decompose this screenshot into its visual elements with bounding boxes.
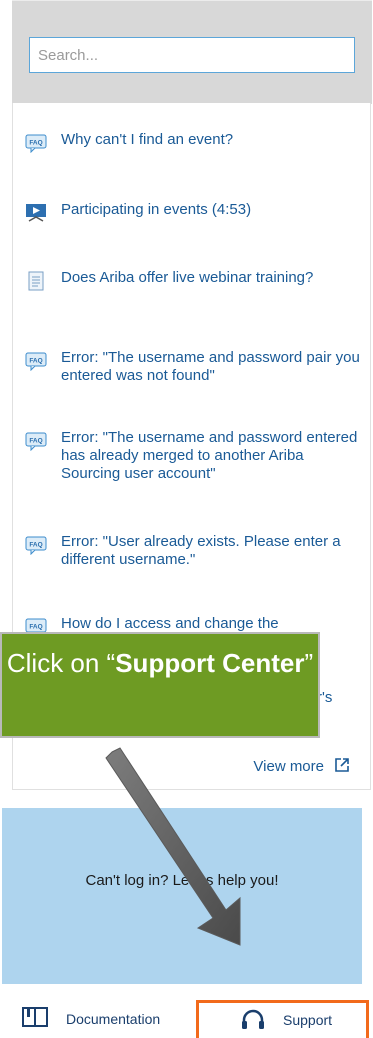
svg-text:FAQ: FAQ xyxy=(29,438,42,445)
view-more-label: View more xyxy=(253,758,324,775)
login-help-text: Can't log in? Let us help you! xyxy=(85,872,279,889)
list-item[interactable]: FAQ Error: "The username and password en… xyxy=(25,429,365,487)
search-band xyxy=(12,0,372,104)
external-link-icon xyxy=(335,758,349,772)
list-item-label: Error: "The username and password pair y… xyxy=(61,349,360,384)
book-icon xyxy=(22,1007,48,1027)
document-icon xyxy=(28,271,44,291)
list-item-label: Does Ariba offer live webinar training? xyxy=(61,269,314,286)
support-button[interactable]: Support xyxy=(196,1000,369,1038)
svg-text:FAQ: FAQ xyxy=(29,140,42,147)
list-item-label: Error: "The username and password entere… xyxy=(61,429,358,482)
search-input[interactable] xyxy=(29,37,355,73)
list-item[interactable]: Participating in events (4:53) xyxy=(25,201,365,225)
list-item[interactable]: Does Ariba offer live webinar training? xyxy=(25,269,365,309)
list-item-label: r's xyxy=(317,689,333,706)
headset-icon xyxy=(242,1009,264,1029)
callout-prefix: Click on “ xyxy=(6,648,116,678)
faq-icon: FAQ xyxy=(25,352,47,371)
list-item-label: How do I access and change the xyxy=(61,615,279,632)
list-item[interactable]: FAQ Error: "User already exists. Please … xyxy=(25,533,365,573)
list-item-label: Error: "User already exists. Please ente… xyxy=(61,533,341,568)
svg-text:FAQ: FAQ xyxy=(29,624,42,631)
login-help-box[interactable]: Can't log in? Let us help you! xyxy=(2,808,362,984)
list-item-label: Participating in events (4:53) xyxy=(61,201,252,218)
video-icon xyxy=(26,204,46,222)
callout-bold: Support Center xyxy=(115,648,305,678)
list-item[interactable]: FAQ Why can't I find an event? xyxy=(25,131,365,155)
callout-suffix: ” xyxy=(304,648,314,678)
documentation-label: Documentation xyxy=(66,1011,161,1027)
faq-icon: FAQ xyxy=(25,432,47,451)
faq-icon: FAQ xyxy=(25,134,47,153)
list-item[interactable]: FAQ Error: "The username and password pa… xyxy=(25,349,365,389)
bottom-bar: Documentation Support xyxy=(0,995,373,1038)
support-label: Support xyxy=(283,1012,333,1028)
svg-text:FAQ: FAQ xyxy=(29,358,42,365)
svg-text:FAQ: FAQ xyxy=(29,542,42,549)
documentation-button[interactable]: Documentation xyxy=(0,995,190,1038)
list-item-label: Why can't I find an event? xyxy=(61,131,234,148)
instruction-callout: Click on “Support Center” xyxy=(0,632,320,738)
view-more-link[interactable]: View more xyxy=(253,757,350,775)
faq-icon: FAQ xyxy=(25,536,47,555)
